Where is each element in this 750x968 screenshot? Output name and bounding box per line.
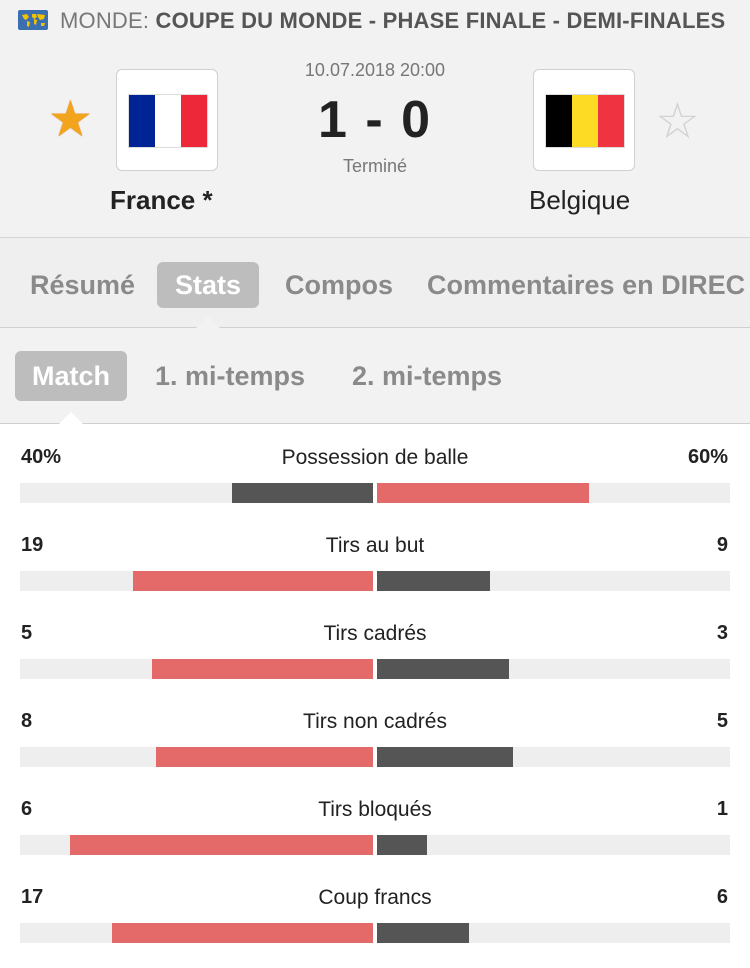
stat-home-value: 17: [21, 886, 44, 908]
stat-track-away: [377, 659, 730, 679]
stat-bar-away: [377, 923, 470, 943]
match-score: 1 - 0: [317, 91, 433, 149]
stat-label: Tirs non cadrés: [303, 710, 447, 733]
tab-resume[interactable]: Résumé: [30, 262, 135, 308]
stat-track-away: [377, 923, 730, 943]
favorite-star-icon-away[interactable]: ☆: [655, 96, 700, 146]
stat-away-value: 60%: [687, 446, 728, 468]
stat-row: 17 Coup francs 6: [0, 872, 750, 960]
competition-title[interactable]: MONDE: COUPE DU MONDE - PHASE FINALE - D…: [60, 6, 725, 36]
stat-label: Tirs au but: [325, 534, 425, 557]
away-team-logo[interactable]: [533, 69, 635, 171]
world-map-icon: [18, 10, 48, 30]
competition-country: MONDE:: [60, 8, 150, 33]
stat-away-value: 9: [716, 534, 728, 556]
match-datetime: 10.07.2018 20:00: [304, 60, 446, 80]
stat-track-home: [20, 835, 373, 855]
stat-bar-home: [133, 571, 373, 591]
subtab-second-half[interactable]: 2. mi-temps: [352, 351, 502, 401]
stat-bar-away: [377, 747, 513, 767]
stat-bar-home: [70, 835, 373, 855]
tab-compos[interactable]: Compos: [285, 262, 393, 308]
competition-stage: COUPE DU MONDE - PHASE FINALE - DEMI-FIN…: [155, 8, 726, 33]
stat-bar-away: [377, 571, 491, 591]
stat-row: 8 Tirs non cadrés 5: [0, 696, 750, 784]
tab-stats[interactable]: Stats: [157, 262, 259, 308]
stat-home-value: 40%: [21, 446, 62, 468]
competition-bar: MONDE: COUPE DU MONDE - PHASE FINALE - D…: [0, 0, 750, 42]
active-subtab-pointer: [59, 412, 83, 424]
stat-track-away: [377, 571, 730, 591]
subtab-match[interactable]: Match: [15, 351, 127, 401]
away-team-name[interactable]: Belgique: [529, 184, 630, 216]
stat-bar-home: [231, 483, 373, 503]
match-tabs: Résumé Stats Compos Commentaires en DIRE…: [0, 238, 750, 328]
stat-track-home: [20, 659, 373, 679]
stat-bar-away: [377, 835, 428, 855]
active-tab-pointer: [196, 316, 220, 328]
france-flag-icon: [128, 94, 208, 148]
stat-home-value: 19: [21, 534, 44, 556]
stat-away-value: 5: [716, 710, 728, 732]
stat-home-value: 5: [21, 622, 33, 644]
stat-away-value: 6: [716, 886, 728, 908]
subtab-first-half[interactable]: 1. mi-temps: [155, 351, 305, 401]
stat-away-value: 1: [716, 798, 728, 820]
match-status: Terminé: [342, 156, 408, 176]
stat-track-home: [20, 571, 373, 591]
stat-track-away: [377, 747, 730, 767]
stat-label: Tirs cadrés: [323, 622, 427, 645]
stat-label: Tirs bloqués: [318, 798, 432, 821]
stat-bar-away: [377, 659, 510, 679]
stat-label: Coup francs: [318, 886, 432, 909]
tab-live-commentary[interactable]: Commentaires en DIREC: [427, 262, 745, 308]
stat-track-home: [20, 923, 373, 943]
stat-track-home: [20, 747, 373, 767]
stat-track-away: [377, 835, 730, 855]
stat-bar-home: [152, 659, 373, 679]
stat-row: 40% Possession de balle 60%: [0, 432, 750, 520]
stat-bar-home: [112, 923, 373, 943]
match-header: ★ France * 10.07.2018 20:00 1 - 0 Termin…: [0, 42, 750, 238]
stat-away-value: 3: [716, 622, 728, 644]
stat-row: 6 Tirs bloqués 1: [0, 784, 750, 872]
stat-row: 19 Tirs au but 9: [0, 520, 750, 608]
favorite-star-icon-home[interactable]: ★: [48, 94, 93, 144]
belgium-flag-icon: [545, 94, 625, 148]
stat-track-away: [377, 483, 730, 503]
home-team-name[interactable]: France *: [110, 184, 213, 216]
stat-label: Possession de balle: [281, 446, 469, 469]
stat-bar-home: [155, 747, 373, 767]
stat-track-home: [20, 483, 373, 503]
stat-row: 5 Tirs cadrés 3: [0, 608, 750, 696]
stat-bar-away: [377, 483, 589, 503]
period-tabs: Match 1. mi-temps 2. mi-temps: [0, 328, 750, 424]
stat-home-value: 6: [21, 798, 33, 820]
stat-home-value: 8: [21, 710, 33, 732]
home-team-logo[interactable]: [116, 69, 218, 171]
